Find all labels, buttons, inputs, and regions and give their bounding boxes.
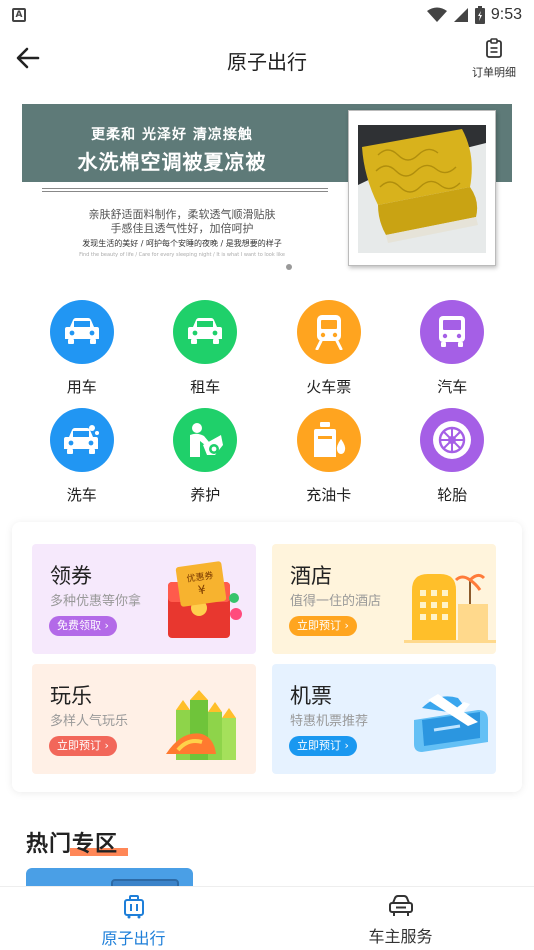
- grid-item-rent-car[interactable]: 租车: [144, 300, 268, 396]
- clock: 9:53: [490, 6, 522, 23]
- cellular-signal-icon: [453, 8, 468, 22]
- banner-english-text: Find the beauty of life / Care for every…: [79, 252, 285, 258]
- flight-card[interactable]: 机票 特惠机票推荐 立即预订 ›: [272, 664, 496, 774]
- grid-item-train-ticket[interactable]: 火车票: [267, 300, 391, 396]
- order-details-label: 订单明细: [472, 66, 516, 79]
- service-icon-grid: 用车 租车 火车票 汽车 洗车 养护 充油卡 轮胎: [20, 300, 515, 504]
- coupon-ticket: 优惠券 ¥: [175, 560, 227, 608]
- coupon-art: 优惠券 ¥: [164, 558, 244, 642]
- bottom-tab-bar: 原子出行 车主服务: [0, 886, 534, 950]
- car-outline-icon: [388, 895, 413, 916]
- suitcase-icon: [123, 895, 144, 919]
- banner-slogan: 更柔和 光泽好 清凉接触: [91, 127, 253, 143]
- grid-label-train-ticket: 火车票: [306, 378, 352, 396]
- banner-product-photo: [348, 110, 496, 266]
- grid-item-maintenance[interactable]: 养护: [144, 408, 268, 504]
- page-title: 原子出行: [227, 50, 307, 74]
- car-wash-icon: [49, 408, 114, 472]
- clipboard-icon: [486, 38, 502, 58]
- battery-icon: [474, 6, 485, 24]
- tab-atom-travel[interactable]: 原子出行: [0, 887, 267, 950]
- fun-card[interactable]: 玩乐 多样人气玩乐 立即预订 ›: [32, 664, 256, 774]
- rent-car-icon: [173, 300, 238, 364]
- fun-subtitle: 多样人气玩乐: [50, 714, 129, 729]
- tab-owner-service[interactable]: 车主服务: [267, 887, 534, 950]
- grid-label-fuel-card: 充油卡: [306, 486, 352, 504]
- banner-tagline: 发现生活的美好 / 呵护每个安睡的夜晚 / 是我想要的样子: [82, 239, 282, 248]
- airplane-ticket-icon: [414, 694, 488, 752]
- hotel-building-icon: [404, 573, 496, 643]
- fun-title: 玩乐: [50, 684, 92, 708]
- coupon-title: 领券: [50, 564, 92, 588]
- train-icon: [296, 300, 361, 364]
- grid-label-car-wash: 洗车: [66, 486, 97, 504]
- hotel-card[interactable]: 酒店 值得一住的酒店 立即预订 ›: [272, 544, 496, 654]
- coupon-subtitle: 多种优惠等你拿: [50, 594, 142, 609]
- fuel-card-icon: [296, 408, 361, 472]
- grid-item-bus[interactable]: 汽车: [391, 300, 515, 396]
- grid-label-tire: 轮胎: [437, 486, 468, 504]
- grid-label-car: 用车: [66, 378, 97, 396]
- grid-label-bus: 汽车: [437, 378, 468, 396]
- status-bar: A 9:53: [0, 0, 534, 30]
- tab-label-atom-travel: 原子出行: [101, 929, 166, 948]
- grid-item-car[interactable]: 用车: [20, 300, 144, 396]
- flight-title: 机票: [290, 684, 332, 708]
- app-notification-icon: A: [12, 8, 26, 22]
- grid-item-tire[interactable]: 轮胎: [391, 408, 515, 504]
- grid-label-rent-car: 租车: [190, 378, 221, 396]
- app-header: 原子出行 订单明细: [0, 30, 534, 86]
- grid-label-maintenance: 养护: [190, 486, 221, 504]
- promo-banner[interactable]: 更柔和 光泽好 清凉接触 水洗棉空调被夏凉被 亲肤舒适面料制作，柔软透气顺滑贴肤…: [22, 104, 512, 274]
- tab-label-owner-service: 车主服务: [368, 927, 433, 946]
- banner-divider: [42, 188, 328, 192]
- fun-book-button[interactable]: 立即预订 ›: [49, 736, 117, 756]
- tire-icon: [420, 408, 485, 472]
- hotel-subtitle: 值得一住的酒店: [290, 594, 382, 609]
- maintenance-icon: [173, 408, 238, 472]
- bus-icon: [420, 300, 485, 364]
- grid-item-car-wash[interactable]: 洗车: [20, 408, 144, 504]
- order-details-button[interactable]: 订单明细: [468, 38, 520, 80]
- flight-subtitle: 特惠机票推荐: [290, 714, 369, 729]
- hotel-title: 酒店: [290, 564, 332, 588]
- carousel-indicator: [286, 264, 292, 270]
- coupon-card[interactable]: 领券 多种优惠等你拿 免费领取 › 优惠券 ¥: [32, 544, 256, 654]
- hotel-book-button[interactable]: 立即预订 ›: [289, 616, 357, 636]
- banner-title: 水洗棉空调被夏凉被: [77, 150, 267, 174]
- hot-zone-title: 热门专区: [26, 832, 119, 857]
- car-icon: [49, 300, 114, 364]
- quilt-image: [358, 125, 486, 253]
- flight-book-button[interactable]: 立即预订 ›: [289, 736, 357, 756]
- claim-free-button[interactable]: 免费领取 ›: [49, 616, 117, 636]
- wifi-icon: [426, 7, 447, 22]
- services-panel: 领券 多种优惠等你拿 免费领取 › 优惠券 ¥ 酒店 值得一住的酒店 立即预订 …: [12, 522, 522, 792]
- amusement-park-icon: [166, 690, 236, 760]
- grid-item-fuel-card[interactable]: 充油卡: [267, 408, 391, 504]
- banner-description-line-2: 手感佳且透气性好，加倍呵护: [110, 222, 254, 235]
